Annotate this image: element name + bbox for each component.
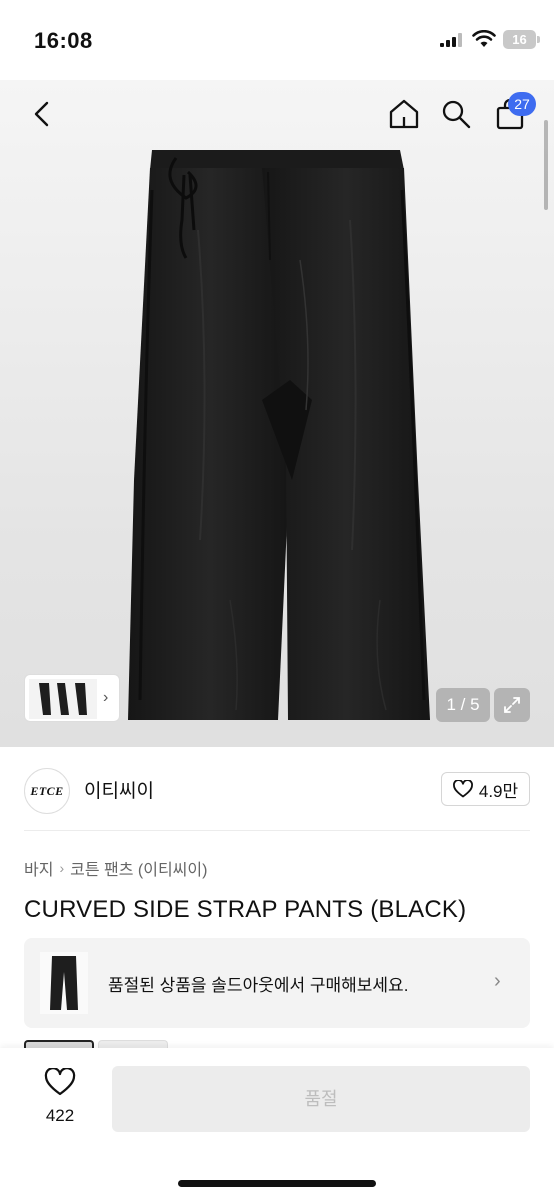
wifi-icon bbox=[472, 30, 496, 47]
soldout-banner-text: 품절된 상품을 솔드아웃에서 구매해보세요. bbox=[108, 976, 409, 995]
brand-like-button[interactable]: 4.9만 bbox=[441, 772, 530, 806]
heart-icon bbox=[44, 1067, 76, 1096]
product-image bbox=[128, 150, 430, 720]
breadcrumb: 바지 › 코튼 팬츠 (이티씨이) bbox=[24, 856, 207, 880]
top-navigation bbox=[0, 80, 554, 150]
expand-image-button[interactable] bbox=[494, 688, 530, 722]
bottom-action-bar: 422 품절 bbox=[0, 1048, 554, 1200]
image-thumbnail-strip[interactable]: › bbox=[24, 674, 120, 722]
divider bbox=[24, 830, 530, 831]
soldout-banner[interactable]: 품절된 상품을 솔드아웃에서 구매해보세요. › bbox=[24, 938, 530, 1028]
product-title: CURVED SIDE STRAP PANTS (BLACK) bbox=[24, 896, 467, 923]
back-button[interactable] bbox=[22, 94, 62, 134]
expand-icon bbox=[504, 697, 520, 713]
search-button[interactable] bbox=[436, 92, 476, 136]
chevron-right-icon: › bbox=[494, 970, 501, 992]
soldout-button[interactable]: 품절 bbox=[112, 1066, 530, 1132]
home-button[interactable] bbox=[384, 92, 424, 136]
battery-icon: 16 bbox=[503, 30, 536, 49]
battery-tip bbox=[537, 36, 540, 43]
brand-logo[interactable]: ETCE bbox=[24, 768, 70, 814]
thumbnail-image bbox=[29, 679, 97, 719]
product-image-gallery[interactable]: › 1 / 5 bbox=[0, 80, 554, 747]
like-button[interactable]: 422 bbox=[30, 1067, 90, 1128]
cellular-signal-icon bbox=[440, 33, 462, 47]
gallery-page-indicator: 1 / 5 bbox=[436, 688, 490, 722]
chevron-right-icon: › bbox=[103, 689, 109, 706]
brand-like-count: 4.9만 bbox=[478, 781, 519, 801]
heart-icon bbox=[452, 780, 473, 798]
home-icon bbox=[389, 99, 419, 129]
status-time: 16:08 bbox=[34, 28, 93, 53]
battery-level: 16 bbox=[512, 32, 527, 47]
search-icon bbox=[442, 100, 471, 129]
chevron-left-icon bbox=[34, 101, 49, 127]
cart-count-badge: 27 bbox=[508, 92, 536, 116]
status-bar: 16:08 16 bbox=[0, 0, 554, 80]
soldout-product-thumbnail bbox=[40, 952, 88, 1014]
brand-row[interactable]: ETCE 이티씨이 4.9만 bbox=[0, 760, 554, 820]
breadcrumb-item-category[interactable]: 바지 bbox=[24, 856, 53, 880]
breadcrumb-item-subcategory[interactable]: 코튼 팬츠 (이티씨이) bbox=[70, 856, 207, 880]
home-indicator bbox=[178, 1180, 376, 1187]
chevron-right-icon: › bbox=[59, 860, 65, 876]
like-count: 422 bbox=[45, 1106, 75, 1125]
brand-name[interactable]: 이티씨이 bbox=[84, 776, 154, 803]
